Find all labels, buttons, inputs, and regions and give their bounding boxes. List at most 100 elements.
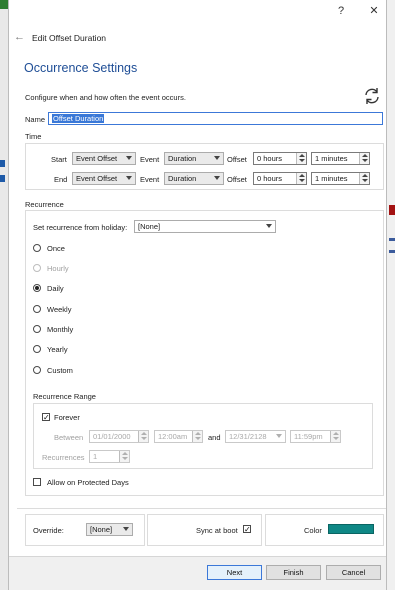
start-date-picker[interactable]: 01/01/2000: [89, 430, 149, 443]
recurrences-stepper[interactable]: 1: [89, 450, 130, 463]
radio-once-label: Once: [47, 244, 65, 253]
chevron-down-icon: [123, 527, 129, 531]
recurrences-label: Recurrences: [42, 453, 85, 462]
start-minutes-value: 1 minutes: [315, 154, 348, 163]
occurrence-dialog: ? ✕ ← Edit Offset Duration Occurrence Se…: [8, 0, 387, 590]
help-icon[interactable]: ?: [331, 3, 351, 19]
radio-weekly-label: Weekly: [47, 305, 72, 314]
end-time-picker[interactable]: 11:59pm: [290, 430, 341, 443]
stepper-arrows-icon[interactable]: [330, 431, 340, 442]
end-event-select[interactable]: Duration: [164, 172, 224, 185]
time-section-label: Time: [25, 132, 42, 141]
radio-once[interactable]: [33, 244, 41, 252]
divider: [17, 508, 386, 509]
start-hours-value: 0 hours: [257, 154, 283, 163]
start-event-value: Duration: [168, 154, 197, 163]
sync-checkbox[interactable]: ✓: [243, 525, 251, 534]
end-offset-label: Offset: [227, 175, 247, 184]
start-date-value: 01/01/2000: [93, 432, 131, 441]
finish-button[interactable]: Finish: [266, 565, 321, 580]
protected-days-label: Allow on Protected Days: [47, 478, 129, 487]
radio-monthly[interactable]: [33, 325, 41, 333]
end-date-value: 12/31/2128: [229, 432, 267, 441]
start-time-picker[interactable]: 12:00am: [154, 430, 203, 443]
chevron-down-icon: [266, 224, 272, 228]
start-type-value: Event Offset: [76, 154, 118, 163]
end-type-select[interactable]: Event Offset: [72, 172, 136, 185]
radio-daily[interactable]: [33, 284, 41, 292]
refresh-icon[interactable]: [362, 86, 382, 106]
forever-label: Forever: [54, 413, 80, 422]
name-label: Name: [25, 115, 46, 124]
background-marker: [389, 205, 395, 215]
footer: Next Finish Cancel: [9, 556, 386, 590]
color-label: Color: [304, 526, 322, 535]
radio-monthly-label: Monthly: [47, 325, 74, 334]
end-time-value: 11:59pm: [294, 432, 323, 441]
end-event-value: Duration: [168, 174, 197, 183]
radio-yearly[interactable]: [33, 345, 41, 353]
protected-days-checkbox[interactable]: [33, 478, 41, 486]
holiday-label: Set recurrence from holiday:: [33, 223, 128, 232]
between-label: Between: [54, 433, 84, 442]
start-type-select[interactable]: Event Offset: [72, 152, 136, 165]
start-label: Start: [51, 155, 67, 164]
radio-weekly[interactable]: [33, 305, 41, 313]
sync-label: Sync at boot: [196, 526, 238, 535]
radio-hourly[interactable]: [33, 264, 41, 272]
start-time-value: 12:00am: [158, 432, 188, 441]
chevron-down-icon: [276, 434, 282, 438]
background-app-icon: [0, 0, 8, 9]
chevron-down-icon: [214, 176, 220, 180]
end-label: End: [54, 175, 68, 184]
cancel-button[interactable]: Cancel: [326, 565, 381, 580]
background-marker: [0, 160, 5, 167]
end-date-picker[interactable]: 12/31/2128: [225, 430, 286, 443]
override-select[interactable]: [None]: [86, 523, 133, 536]
dialog-title: Edit Offset Duration: [32, 33, 107, 43]
next-button[interactable]: Next: [207, 565, 262, 580]
radio-yearly-label: Yearly: [47, 345, 68, 354]
start-event-select[interactable]: Duration: [164, 152, 224, 165]
background-window-right: [387, 0, 395, 590]
end-type-value: Event Offset: [76, 174, 118, 183]
radio-custom-label: Custom: [47, 366, 73, 375]
title-bar: ? ✕: [9, 0, 386, 24]
end-hours-stepper[interactable]: 0 hours: [253, 172, 307, 185]
chevron-down-icon: [126, 176, 132, 180]
stepper-arrows-icon[interactable]: [138, 431, 148, 442]
stepper-arrows-icon[interactable]: [359, 153, 369, 164]
radio-custom[interactable]: [33, 366, 41, 374]
close-icon[interactable]: ✕: [364, 3, 384, 19]
end-minutes-stepper[interactable]: 1 minutes: [311, 172, 370, 185]
recurrences-value: 1: [93, 452, 98, 461]
start-offset-label: Offset: [227, 155, 247, 164]
name-value: Offset Duration: [52, 114, 105, 123]
stepper-arrows-icon[interactable]: [296, 173, 306, 184]
start-minutes-stepper[interactable]: 1 minutes: [311, 152, 370, 165]
end-minutes-value: 1 minutes: [315, 174, 348, 183]
override-label: Override:: [33, 526, 64, 535]
background-marker: [389, 250, 395, 253]
color-swatch[interactable]: [328, 524, 374, 534]
background-marker: [389, 238, 395, 241]
page-heading: Occurrence Settings: [24, 61, 138, 75]
override-value: [None]: [90, 525, 113, 534]
back-arrow-icon[interactable]: ←: [14, 31, 25, 43]
radio-hourly-label: Hourly: [47, 264, 69, 273]
start-hours-stepper[interactable]: 0 hours: [253, 152, 307, 165]
end-hours-value: 0 hours: [257, 174, 283, 183]
background-marker: [0, 175, 5, 182]
holiday-select[interactable]: [None]: [134, 220, 276, 233]
stepper-arrows-icon[interactable]: [119, 451, 129, 462]
start-event-label: Event: [140, 155, 160, 164]
holiday-value: [None]: [138, 222, 161, 231]
range-section-label: Recurrence Range: [33, 392, 96, 401]
stepper-arrows-icon[interactable]: [192, 431, 202, 442]
name-input[interactable]: Offset Duration: [48, 112, 383, 125]
forever-checkbox[interactable]: ✓: [42, 413, 50, 422]
recurrence-section-label: Recurrence: [25, 200, 64, 209]
chevron-down-icon: [214, 156, 220, 160]
stepper-arrows-icon[interactable]: [359, 173, 369, 184]
stepper-arrows-icon[interactable]: [296, 153, 306, 164]
